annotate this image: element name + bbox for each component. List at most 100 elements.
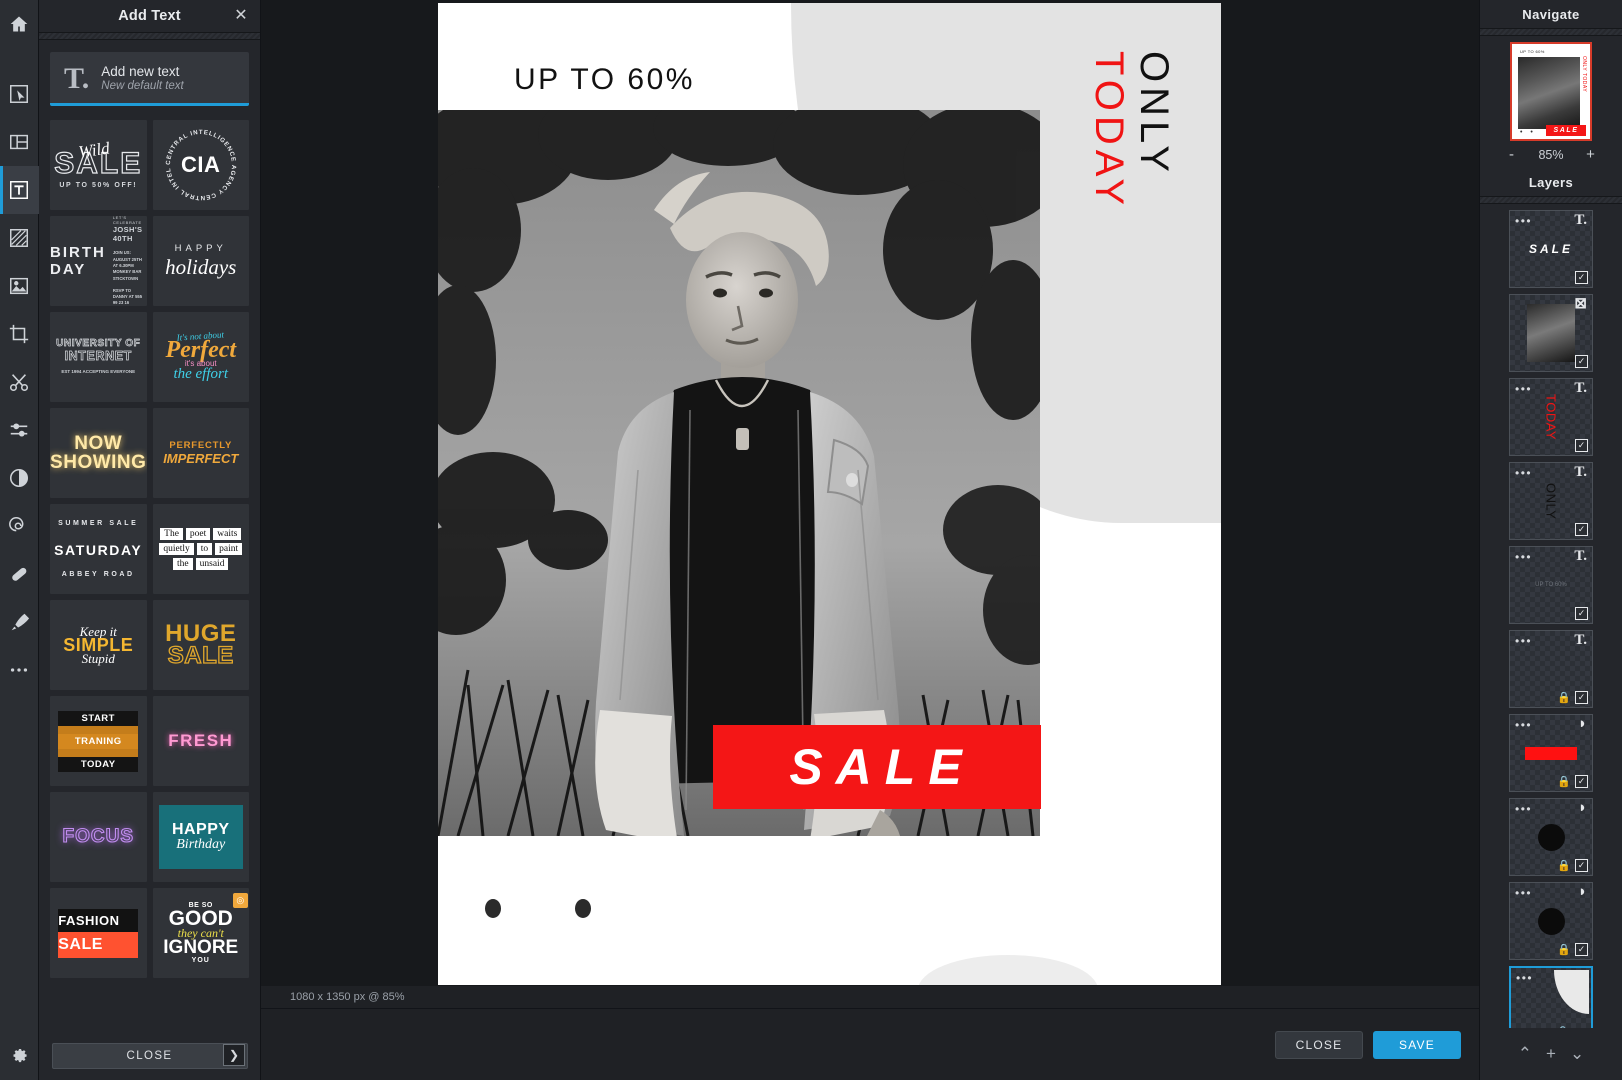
layer-visibility-icon[interactable]: ✓ bbox=[1575, 271, 1588, 285]
preset-be-so-good[interactable]: ◎ BE SO GOOD they can't IGNORE YOU bbox=[152, 888, 249, 978]
layout-tool-button[interactable] bbox=[0, 118, 39, 166]
layer-item-today-text[interactable]: ••• T. TODAY ✓ bbox=[1509, 378, 1593, 457]
poster-headline[interactable]: UP TO 60% bbox=[514, 63, 695, 97]
preset-huge-sale[interactable]: HUGE SALE bbox=[152, 600, 249, 690]
crop-tool-button[interactable] bbox=[0, 310, 39, 358]
layer-menu-icon[interactable]: ••• bbox=[1515, 635, 1532, 647]
preset-line: SATURDAY bbox=[54, 542, 143, 558]
canvas-area[interactable]: UP TO 60% ONLY TODAY SALE 1080 x 1350 px… bbox=[223, 0, 1479, 1080]
preset-line: TRANING bbox=[58, 733, 139, 749]
blur-tool-button[interactable] bbox=[0, 502, 39, 550]
preset-keep-it-simple[interactable]: Keep it SIMPLE Stupid bbox=[50, 600, 147, 690]
panel-close-button[interactable]: CLOSE bbox=[51, 1043, 248, 1069]
more-tools-button[interactable] bbox=[0, 646, 39, 694]
layer-type-text-icon: T. bbox=[1574, 632, 1587, 649]
preset-start-training[interactable]: START TRANING TODAY bbox=[50, 696, 147, 786]
preset-fresh[interactable]: FRESH bbox=[152, 696, 249, 786]
poster-dot-1[interactable] bbox=[485, 899, 501, 918]
text-preset-grid: Wild SALE UP TO 50% OFF! CENTRAL INTELLI… bbox=[50, 120, 249, 978]
preset-cia[interactable]: CENTRAL INTELLIGENCE AGENCY CENTRAL INTE… bbox=[152, 120, 249, 210]
layer-item-circle-2[interactable]: ••• ◗ 🔒 ✓ bbox=[1509, 882, 1593, 961]
preset-now-showing[interactable]: NOW SHOWING bbox=[50, 408, 147, 498]
select-tool-button[interactable] bbox=[0, 70, 39, 118]
move-layer-up-button[interactable]: ⌃ bbox=[1518, 1044, 1532, 1064]
move-layer-down-button[interactable]: ⌄ bbox=[1570, 1044, 1584, 1064]
layer-preview-shape bbox=[1537, 907, 1565, 935]
ellipsis-icon bbox=[8, 666, 30, 674]
add-new-text-button[interactable]: T. Add new text New default text bbox=[50, 52, 249, 106]
preset-wild-sale[interactable]: Wild SALE UP TO 50% OFF! bbox=[50, 120, 147, 210]
poster-sale-banner[interactable]: SALE bbox=[713, 725, 1041, 809]
layer-visibility-icon[interactable]: ✓ bbox=[1575, 355, 1588, 369]
add-layer-button[interactable]: + bbox=[1546, 1044, 1556, 1064]
layer-item-only-text[interactable]: ••• T. ONLY ✓ bbox=[1509, 462, 1593, 541]
layer-lock-icon[interactable]: 🔒 bbox=[1557, 777, 1571, 788]
heal-tool-button[interactable] bbox=[0, 550, 39, 598]
zoom-in-button[interactable]: + bbox=[1584, 146, 1598, 163]
preset-line: PERFECTLY bbox=[169, 439, 233, 451]
preset-poet[interactable]: The poet waits quietly to paint the unsa… bbox=[152, 504, 249, 594]
preset-line: LET'S CELEBRATE bbox=[112, 216, 142, 226]
preset-happy-holidays[interactable]: HAPPY holidays bbox=[152, 216, 249, 306]
layer-lock-icon[interactable]: 🔒 bbox=[1557, 945, 1571, 956]
settings-button[interactable] bbox=[8, 1046, 30, 1068]
layer-lock-icon[interactable]: 🔒 bbox=[1557, 693, 1571, 704]
pattern-tool-button[interactable] bbox=[0, 214, 39, 262]
poster-vertical-text[interactable]: ONLY TODAY bbox=[1086, 51, 1176, 351]
brush-tool-button[interactable] bbox=[0, 598, 39, 646]
layer-visibility-icon[interactable]: ✓ bbox=[1575, 439, 1588, 453]
thumb-sale-text: SALE bbox=[1546, 125, 1586, 136]
layer-item-background[interactable]: ••• 🔓 bbox=[1509, 966, 1593, 1028]
layer-lock-icon[interactable]: 🔒 bbox=[1557, 861, 1571, 872]
ribbon-decoration bbox=[58, 725, 139, 734]
contrast-tool-button[interactable] bbox=[0, 454, 39, 502]
layer-item-upto-text[interactable]: ••• T. UP TO 60% ✓ bbox=[1509, 546, 1593, 625]
copyright-badge-icon: ◎ bbox=[232, 893, 248, 908]
poster-dot-2[interactable] bbox=[575, 899, 591, 918]
layer-item-circle-1[interactable]: ••• ◗ 🔒 ✓ bbox=[1509, 798, 1593, 877]
layer-preview-shape bbox=[1537, 823, 1565, 851]
preset-happy-birthday[interactable]: HAPPY Birthday bbox=[152, 792, 249, 882]
poster-today-text: TODAY bbox=[1087, 51, 1131, 211]
add-text-panel: Add Text ✕ T. Add new text New default t… bbox=[39, 0, 261, 1080]
save-button[interactable]: SAVE bbox=[1373, 1030, 1461, 1059]
expand-panel-button[interactable]: ❯ bbox=[223, 1044, 245, 1066]
text-tool-button[interactable] bbox=[0, 166, 39, 214]
panel-close-icon[interactable]: ✕ bbox=[232, 7, 250, 25]
poster-canvas[interactable]: UP TO 60% ONLY TODAY SALE bbox=[438, 3, 1221, 985]
layer-item-red-bar[interactable]: ••• ◗ 🔒 ✓ bbox=[1509, 714, 1593, 793]
sliders-icon bbox=[8, 419, 30, 441]
layer-preview-image bbox=[1527, 304, 1575, 363]
layer-menu-icon[interactable]: ••• bbox=[1516, 972, 1533, 984]
layer-visibility-icon[interactable]: ✓ bbox=[1575, 943, 1588, 957]
home-button[interactable] bbox=[0, 0, 39, 48]
layer-item-text-locked[interactable]: ••• T. 🔒 ✓ bbox=[1509, 630, 1593, 709]
preset-line: TODAY bbox=[58, 756, 139, 772]
panel-header: Add Text ✕ bbox=[39, 0, 260, 32]
preset-perfectly-imperfect[interactable]: PERFECTLY IMPERFECT bbox=[152, 408, 249, 498]
layer-visibility-icon[interactable]: ✓ bbox=[1575, 607, 1588, 621]
layer-visibility-icon[interactable]: ✓ bbox=[1575, 775, 1588, 789]
preset-focus[interactable]: FOCUS bbox=[50, 792, 147, 882]
panel-title: Add Text bbox=[118, 8, 181, 24]
preset-university[interactable]: UNIVERSITY OF INTERNET EST 1994 ACCEPTIN… bbox=[50, 312, 147, 402]
poster-artwork: UP TO 60% ONLY TODAY SALE bbox=[438, 3, 1221, 985]
layers-list[interactable]: ••• T. SALE ✓ ⊠ ✓ ••• T. TODAY ✓ ••• T. … bbox=[1480, 204, 1622, 1028]
navigate-thumbnail[interactable]: UP TO 60% ONLY TODAY • • SALE bbox=[1510, 42, 1592, 141]
close-button[interactable]: CLOSE bbox=[1275, 1030, 1363, 1059]
text-icon bbox=[8, 179, 30, 201]
preset-saturday[interactable]: SUMMER SALE SATURDAY ABBEY ROAD bbox=[50, 504, 147, 594]
cut-tool-button[interactable] bbox=[0, 358, 39, 406]
layer-item-photo[interactable]: ⊠ ✓ bbox=[1509, 294, 1593, 373]
preset-line: UP TO 50% OFF! bbox=[59, 182, 138, 189]
preset-perfect-effort[interactable]: It's not about Perfect it's about the ef… bbox=[152, 312, 249, 402]
image-tool-button[interactable] bbox=[0, 262, 39, 310]
layer-visibility-icon[interactable]: ✓ bbox=[1575, 859, 1588, 873]
zoom-out-button[interactable]: - bbox=[1504, 146, 1518, 163]
layer-visibility-icon[interactable]: ✓ bbox=[1575, 691, 1588, 705]
preset-birthday[interactable]: BIRTH DAY LET'S CELEBRATE JOSH'S 40TH JO… bbox=[50, 216, 147, 306]
adjust-tool-button[interactable] bbox=[0, 406, 39, 454]
preset-fashion-sale[interactable]: FASHION SALE bbox=[50, 888, 147, 978]
layer-item-sale-text[interactable]: ••• T. SALE ✓ bbox=[1509, 210, 1593, 289]
layer-visibility-icon[interactable]: ✓ bbox=[1575, 523, 1588, 537]
